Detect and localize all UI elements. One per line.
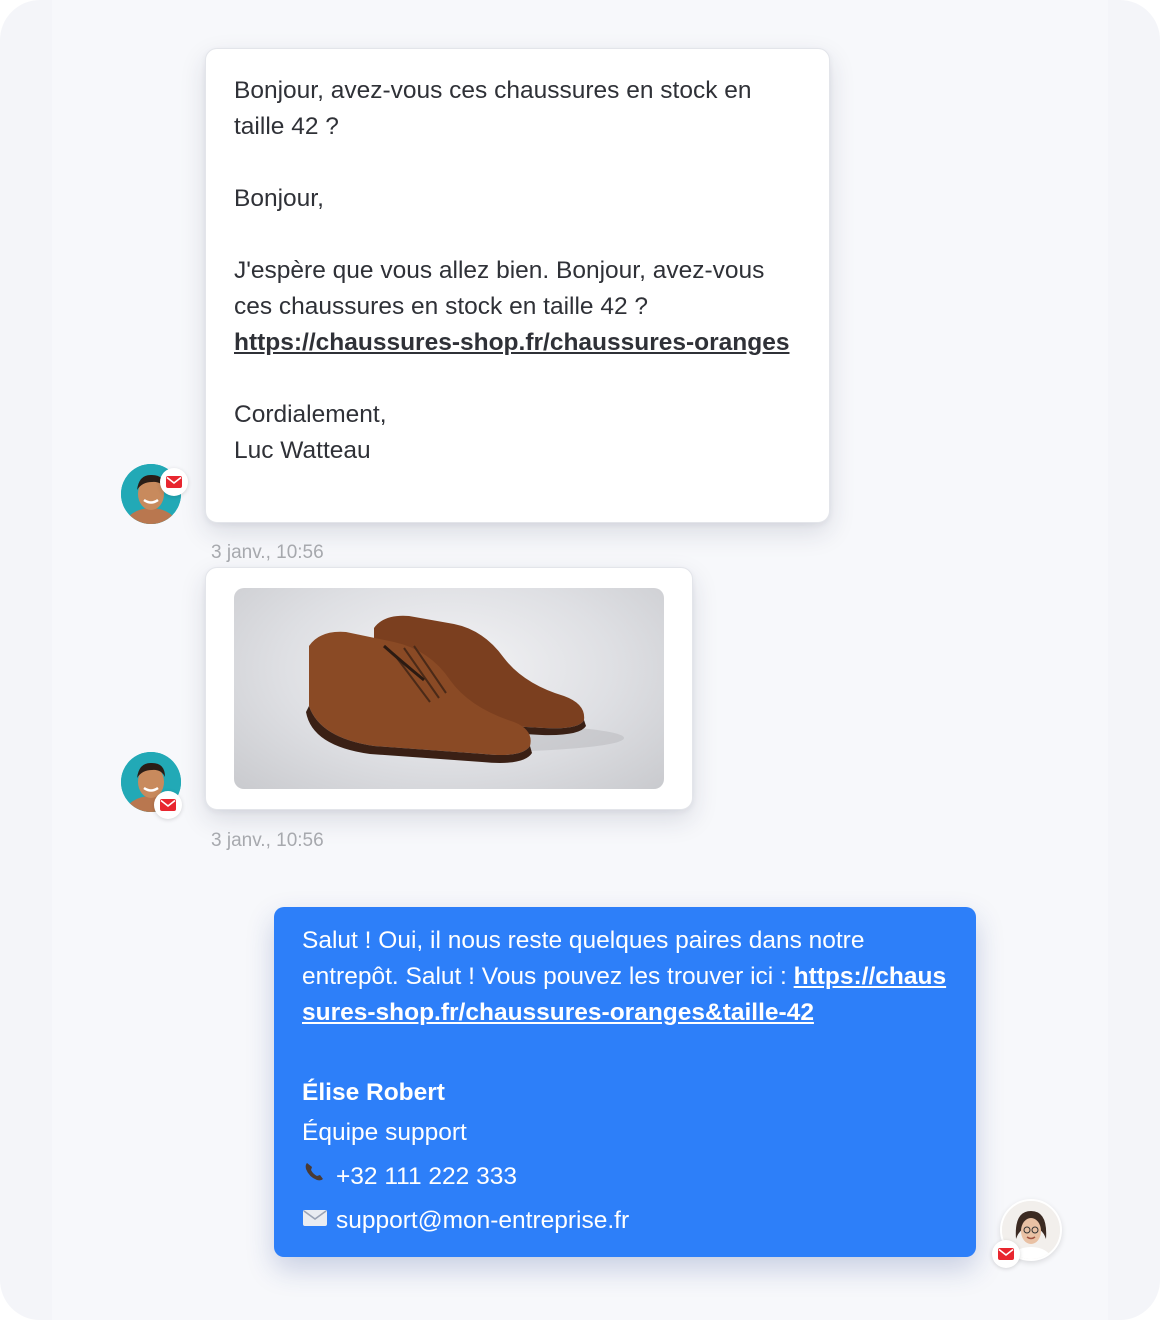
message-line: J'espère que vous allez bien. Bonjour, a… xyxy=(234,257,765,320)
signature-team: Équipe support xyxy=(302,1119,467,1146)
message-text: Salut ! Oui, il nous reste quelques pair… xyxy=(302,927,865,990)
agent-message: Salut ! Oui, il nous reste quelques pair… xyxy=(274,907,976,1257)
customer-image-message xyxy=(205,567,693,810)
message-line: Bonjour, xyxy=(234,185,324,212)
message-timestamp: 3 janv., 10:56 xyxy=(211,830,324,851)
message-timestamp: 3 janv., 10:56 xyxy=(211,542,324,563)
conversation-panel: Bonjour, avez-vous ces chaussures en sto… xyxy=(0,0,1160,1320)
mail-icon xyxy=(992,1240,1020,1268)
message-line: Cordialement, xyxy=(234,401,387,428)
phone-number: +32 111 222 333 xyxy=(336,1163,517,1190)
envelope-icon xyxy=(302,1199,330,1243)
product-link[interactable]: https://chaussures-shop.fr/chaussures-or… xyxy=(234,329,789,356)
message-body: Bonjour, avez-vous ces chaussures en sto… xyxy=(234,73,801,469)
message-line: Luc Watteau xyxy=(234,437,371,464)
email-address[interactable]: support@mon-entreprise.fr xyxy=(336,1199,629,1243)
signature-phone: +32 111 222 333 xyxy=(302,1155,948,1199)
phone-icon xyxy=(302,1155,330,1199)
mail-icon xyxy=(154,791,182,819)
message-line: Bonjour, avez-vous ces chaussures en sto… xyxy=(234,77,752,140)
customer-message: Bonjour, avez-vous ces chaussures en sto… xyxy=(205,48,830,523)
signature-email: support@mon-entreprise.fr xyxy=(302,1199,948,1243)
shoe-image[interactable] xyxy=(234,588,664,789)
message-body: Salut ! Oui, il nous reste quelques pair… xyxy=(302,923,948,1031)
mail-icon xyxy=(160,468,188,496)
signature-name: Élise Robert xyxy=(302,1079,445,1106)
